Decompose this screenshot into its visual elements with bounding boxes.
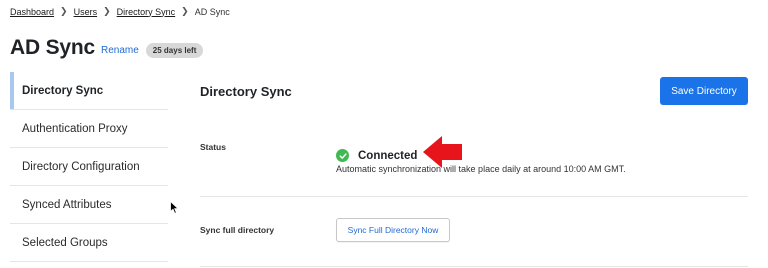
chevron-right-icon: ❯ — [181, 6, 189, 16]
breadcrumb-current: AD Sync — [194, 6, 230, 17]
breadcrumb: Dashboard ❯ Users ❯ Directory Sync ❯ AD … — [10, 6, 230, 17]
page-title: AD Sync — [10, 36, 95, 59]
section-title: Directory Sync — [200, 84, 292, 99]
sidebar-item-label: Directory Sync — [22, 84, 104, 97]
breadcrumb-dashboard[interactable]: Dashboard — [10, 7, 54, 17]
divider — [200, 266, 748, 267]
sync-label: Sync full directory — [200, 225, 275, 235]
status-value: Connected — [358, 149, 418, 162]
sidebar: Directory Sync Authentication Proxy Dire… — [10, 72, 168, 262]
sidebar-item-label: Directory Configuration — [22, 160, 140, 173]
chevron-right-icon: ❯ — [60, 6, 68, 16]
sync-full-directory-button[interactable]: Sync Full Directory Now — [336, 218, 450, 242]
mouse-cursor-icon — [170, 201, 179, 219]
divider — [200, 196, 748, 197]
save-directory-button[interactable]: Save Directory — [660, 77, 748, 105]
page-header: AD Sync Rename 25 days left — [10, 36, 204, 60]
sidebar-item-directory-sync[interactable]: Directory Sync — [10, 72, 168, 110]
check-circle-icon — [336, 149, 349, 162]
trial-badge: 25 days left — [145, 42, 204, 58]
sidebar-item-directory-configuration[interactable]: Directory Configuration — [10, 148, 168, 186]
status-label: Status — [200, 142, 226, 152]
sidebar-item-label: Authentication Proxy — [22, 122, 128, 135]
breadcrumb-users[interactable]: Users — [74, 7, 98, 17]
status-description: Automatic synchronization will take plac… — [336, 164, 626, 174]
sidebar-item-selected-groups[interactable]: Selected Groups — [10, 224, 168, 262]
sidebar-item-label: Synced Attributes — [22, 198, 112, 211]
breadcrumb-directory-sync[interactable]: Directory Sync — [117, 7, 176, 17]
sidebar-item-label: Selected Groups — [22, 236, 108, 249]
chevron-right-icon: ❯ — [103, 6, 111, 16]
rename-link[interactable]: Rename — [101, 45, 139, 56]
sidebar-item-synced-attributes[interactable]: Synced Attributes — [10, 186, 168, 224]
sidebar-item-authentication-proxy[interactable]: Authentication Proxy — [10, 110, 168, 148]
